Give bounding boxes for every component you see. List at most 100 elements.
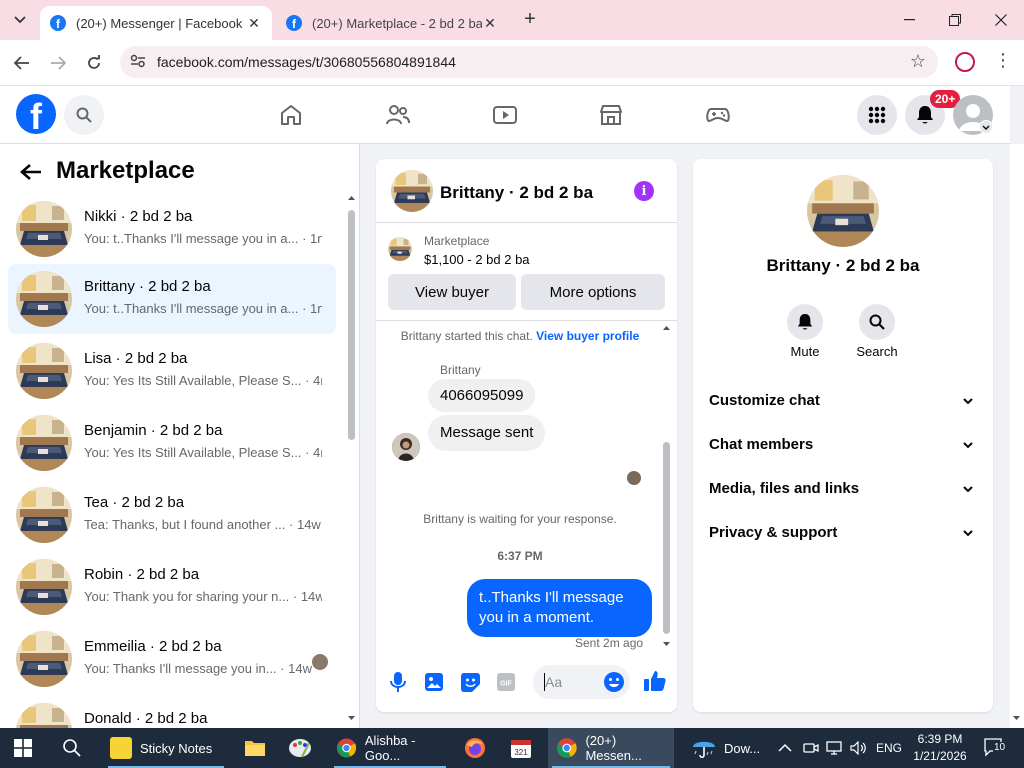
close-window-button[interactable] [978,0,1024,40]
scrollbar[interactable] [347,194,356,444]
grid-menu-icon [868,106,886,124]
like-button[interactable] [643,669,667,693]
taskbar-chrome-alishba[interactable]: Alishba - Goo... [330,728,450,768]
snippet-time: · 14w [280,661,312,676]
tab-messenger[interactable]: f (20+) Messenger | Facebook ✕ [40,6,272,40]
customize-chat-section[interactable]: Customize chat [709,392,977,422]
scrollbar-thumb[interactable] [663,442,670,634]
conversation-snippet: Tea: Thanks, but I found another ... · 1… [84,517,322,532]
scroll-down-icon [663,642,670,646]
scroll-up-icon [663,326,670,330]
home-nav-button[interactable] [277,101,305,129]
start-button[interactable] [14,739,32,757]
info-icon[interactable]: i [634,181,654,201]
page-scrollbar[interactable] [1010,144,1024,728]
facebook-logo-icon[interactable]: f [16,94,56,134]
browser-menu-icon[interactable]: ⋮ [994,50,1012,71]
listing-thumbnail[interactable] [391,170,433,212]
show-hidden-icons[interactable] [778,728,792,768]
network-tray-icon[interactable] [826,728,844,768]
account-chevron-icon[interactable] [979,120,993,134]
attach-photo-button[interactable] [423,671,445,693]
restore-button[interactable] [932,0,978,40]
taskbar-clock[interactable]: 6:39 PM 1/21/2026 [906,731,974,765]
facebook-favicon-icon: f [50,15,66,31]
search-action[interactable]: Search [842,304,912,359]
taskbar-sticky-notes[interactable]: Sticky Notes [104,728,228,768]
taskbar-file-explorer[interactable] [238,728,272,768]
conversation-name: Robin · 2 bd 2 ba [84,566,200,583]
message-input[interactable]: Aa [533,665,630,699]
video-nav-button[interactable] [491,101,519,129]
friends-nav-button[interactable] [384,101,412,129]
scroll-down-icon[interactable] [347,714,356,722]
outgoing-message[interactable]: t..Thanks I'll message you in a moment. [467,579,652,637]
mute-action[interactable]: Mute [770,304,840,359]
language-indicator[interactable]: ENG [876,728,902,768]
conversation-item[interactable]: Lisa · 2 bd 2 ba You: Yes Its Still Avail… [8,336,336,406]
back-arrow-icon[interactable] [20,160,42,188]
back-button[interactable] [10,51,34,75]
more-options-button[interactable]: More options [521,274,665,310]
taskbar-weather[interactable]: Dow... [690,728,770,768]
emoji-icon[interactable] [603,671,625,693]
menu-grid-button[interactable] [857,95,897,135]
conversation-item[interactable]: Tea · 2 bd 2 ba Tea: Thanks, but I found … [8,480,336,550]
tab-search-button[interactable] [8,8,32,32]
conversation-item[interactable]: Robin · 2 bd 2 ba You: Thank you for shar… [8,552,336,622]
view-buyer-profile-link[interactable]: View buyer profile [536,329,639,343]
gif-button[interactable]: GIF [495,671,517,693]
conversation-item[interactable]: Benjamin · 2 bd 2 ba You: Yes Its Still A… [8,408,336,478]
chat-members-section[interactable]: Chat members [709,436,977,466]
taskbar-chrome-messenger[interactable]: (20+) Messen... [548,728,674,768]
site-settings-icon[interactable] [130,54,150,71]
reload-icon [88,55,100,69]
new-tab-button[interactable]: + [518,8,542,32]
media-files-links-section[interactable]: Media, files and links [709,480,977,510]
conversation-item[interactable]: Donald · 2 bd 2 ba [8,696,336,728]
close-tab-icon[interactable]: ✕ [482,15,498,31]
volume-tray-icon[interactable] [850,728,868,768]
voice-clip-button[interactable] [387,671,409,693]
taskbar-search-button[interactable] [62,738,82,763]
scrollbar-thumb[interactable] [348,210,355,440]
incoming-message[interactable]: Message sent [428,415,546,451]
privacy-support-section[interactable]: Privacy & support [709,524,977,554]
conversation-name: Tea · 2 bd 2 ba [84,494,185,511]
bell-icon[interactable] [787,304,823,340]
meet-now-tray-icon[interactable] [803,728,819,768]
bookmark-star-icon[interactable]: ☆ [910,51,926,72]
sticker-button[interactable] [459,671,481,693]
listing-profile-image[interactable] [807,175,879,247]
tab-marketplace[interactable]: f (20+) Marketplace - 2 bd 2 ba | ✕ [276,6,508,40]
notification-center-button[interactable]: 10 [984,728,1007,768]
forward-button[interactable] [46,51,70,75]
marketplace-nav-button[interactable] [597,101,625,129]
view-buyer-button[interactable]: View buyer [388,274,516,310]
calendar-icon: 321 [511,740,531,758]
chat-scrollbar[interactable] [662,324,671,650]
browser-profile-icon[interactable] [955,52,975,72]
chat-panel: Brittany · 2 bd 2 ba i Marketplace $1,10… [376,159,677,712]
facebook-search-button[interactable] [64,95,104,135]
search-icon[interactable] [859,304,895,340]
incoming-message[interactable]: 4066095099 [428,379,536,412]
snippet-text: Tea: Thanks, but I found another ... [84,517,286,532]
taskbar-firefox[interactable] [458,728,494,768]
taskbar-calendar-app[interactable]: 321 [502,728,542,768]
conversation-item[interactable]: Emmeilia · 2 bd 2 ba You: Thanks I'll mes… [8,624,336,694]
conversation-item[interactable]: Nikki · 2 bd 2 ba You: t..Thanks I'll mes… [8,194,336,264]
section-label: Media, files and links [709,480,860,497]
gaming-nav-button[interactable] [704,101,732,129]
address-bar[interactable]: facebook.com/messages/t/3068055680489184… [120,46,938,78]
close-tab-icon[interactable]: ✕ [246,15,262,31]
sender-avatar[interactable] [392,433,420,461]
reload-button[interactable] [82,51,106,75]
mute-label: Mute [790,344,820,359]
chat-title[interactable]: Brittany · 2 bd 2 ba [440,183,593,203]
search-icon [76,107,92,123]
conversation-item[interactable]: Brittany · 2 bd 2 ba You: t..Thanks I'll … [8,264,336,334]
details-name: Brittany · 2 bd 2 ba [766,256,920,275]
minimize-button[interactable] [886,0,932,40]
taskbar-paint-app[interactable] [282,728,322,768]
